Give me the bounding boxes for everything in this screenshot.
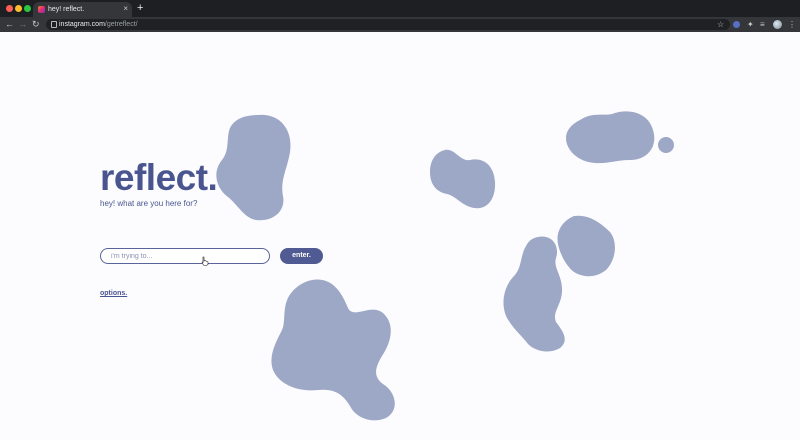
- blob-middle-small: [430, 149, 496, 209]
- blob-right-cluster: [503, 215, 615, 352]
- decorative-blobs: [216, 111, 674, 421]
- blob-bottom: [271, 279, 395, 421]
- blob-top-left: [216, 114, 291, 221]
- blob-top-right: [566, 111, 655, 164]
- blob-dot: [658, 137, 674, 153]
- page-subtitle: hey! what are you here for?: [100, 199, 198, 208]
- hand-cursor-icon: [201, 256, 209, 266]
- options-link[interactable]: options.: [100, 289, 127, 299]
- intent-input[interactable]: [100, 248, 270, 264]
- enter-button[interactable]: enter.: [280, 248, 323, 264]
- page-title: reflect.: [100, 157, 218, 198]
